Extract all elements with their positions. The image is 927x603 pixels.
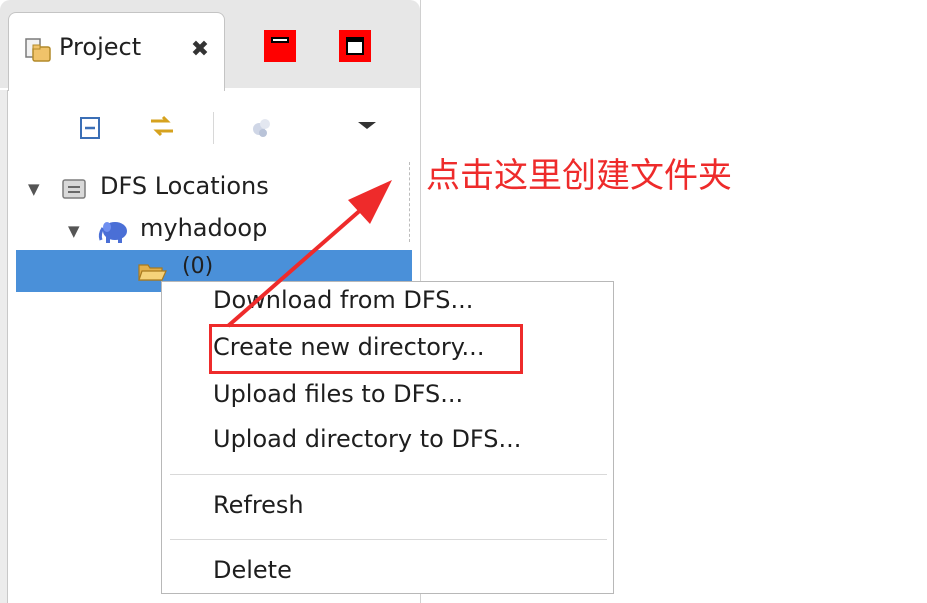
expanded-chevron-icon[interactable]: ▼ [68,221,88,241]
tab-project[interactable]: Project ✖ [8,12,225,91]
link-with-editor-icon[interactable] [145,110,175,140]
menu-item-upload-files-to-dfs[interactable]: Upload files to DFS... [213,380,463,408]
menu-item-refresh[interactable]: Refresh [213,491,304,519]
dfs-server-icon [59,174,89,204]
expanded-chevron-icon[interactable]: ▼ [28,179,48,199]
elephant-icon [97,216,131,246]
maximize-icon [346,37,364,55]
minimize-icon [271,37,289,43]
menu-item-upload-directory-to-dfs[interactable]: Upload directory to DFS... [213,425,521,453]
tree-item-label: (0) [182,254,214,279]
eclipse-window: Project ✖ ▼ DFS Locations ▼ myhadoop (0)… [0,0,927,603]
annotation-highlight-box [209,324,523,374]
tree-item-dfs-locations[interactable]: ▼ DFS Locations [28,170,408,208]
menu-item-download-from-dfs[interactable]: Download from DFS... [213,286,473,314]
tree-item-label: myhadoop [140,214,268,242]
project-icon [23,35,53,65]
tree-item-myhadoop[interactable]: ▼ myhadoop [68,212,408,250]
tree-item-label: DFS Locations [100,172,269,200]
filter-icon[interactable] [247,113,277,143]
minimize-button[interactable] [264,30,296,62]
collapse-all-icon[interactable] [76,113,106,143]
panel-left-edge [0,90,8,603]
menu-separator [170,539,607,540]
tab-project-label: Project [59,33,142,61]
view-menu-icon[interactable] [352,112,382,142]
annotation-text: 点击这里创建文件夹 [426,156,732,196]
tree-guide-line [409,162,410,242]
close-icon[interactable]: ✖ [185,35,215,65]
menu-separator [170,474,607,475]
panel-tab-bar: Project ✖ [0,0,420,91]
menu-item-delete[interactable]: Delete [213,556,292,584]
toolbar-separator [213,112,214,144]
maximize-button[interactable] [339,30,371,62]
